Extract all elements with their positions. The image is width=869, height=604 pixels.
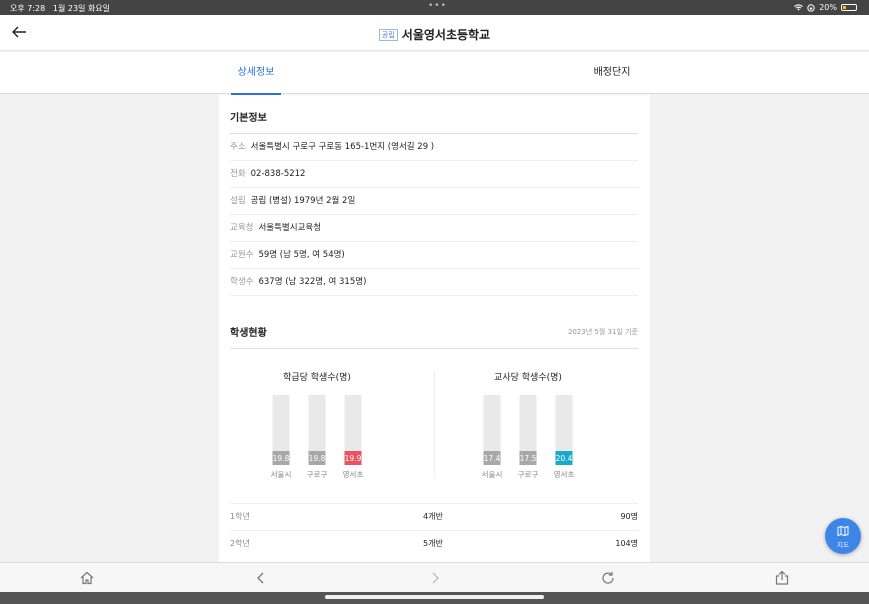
status-time: 오후 7:28 1월 23일 화요일	[10, 4, 111, 13]
bar-category-label: 영서초	[554, 469, 575, 479]
grade-students: 104명	[615, 539, 638, 548]
info-value[interactable]: 02-838-5212	[251, 169, 306, 179]
page-title: 서울영서초등학교	[401, 28, 491, 42]
info-row-education-office: 교육청 서울특별시교육청	[230, 215, 638, 242]
status-bar: 오후 7:28 1월 23일 화요일 ••• 20%	[0, 0, 869, 15]
info-row-students: 학생수 637명 (남 322명, 여 315명)	[230, 269, 638, 296]
home-indicator-area	[0, 592, 869, 604]
app-header: 공립 서울영서초등학교	[0, 15, 869, 51]
multitask-dots[interactable]: •••	[428, 1, 447, 11]
tab-bar: 상세정보 배정단지	[0, 52, 869, 95]
map-icon	[837, 525, 849, 537]
title-wrap: 공립 서울영서초등학교	[0, 24, 869, 43]
info-label: 학생수	[230, 277, 254, 287]
info-label: 교육청	[230, 223, 254, 233]
battery-percent: 20%	[819, 3, 837, 12]
info-value: 서울특별시교육청	[258, 223, 322, 233]
grade-label: 1학년	[230, 512, 250, 521]
grade-students: 90명	[620, 512, 638, 521]
grade-classes: 5개반	[423, 539, 443, 548]
grade-classes: 4개반	[423, 512, 443, 521]
bar-category-label: 구로구	[518, 470, 539, 479]
student-status-title: 학생현황	[230, 328, 267, 339]
as-of-date: 2023년 5월 31일 기준	[567, 328, 638, 336]
home-icon[interactable]	[79, 570, 95, 586]
info-value: 637명 (남 322명, 여 315명)	[258, 277, 367, 287]
info-value: 공립 (병설) 1979년 2월 2일	[250, 196, 356, 206]
info-label: 전화	[230, 169, 246, 179]
status-date: 1월 23일 화요일	[52, 4, 111, 13]
bar-category-label: 영서초	[343, 469, 364, 479]
wifi-icon	[794, 4, 804, 11]
map-button-label: 지도	[837, 541, 849, 549]
bar-data-label: 17.5	[520, 454, 537, 463]
lock-rotation-icon	[807, 3, 815, 12]
tab-assigned-complexes[interactable]: 배정단지	[587, 52, 637, 94]
bar-category-label: 서울시	[271, 470, 292, 479]
battery-icon	[841, 4, 857, 11]
chart-divider	[434, 372, 435, 477]
content-card: 기본정보 주소 서울특별시 구로구 구로동 165-1번지 (영서길 29 ) 전…	[219, 95, 650, 563]
grade-row: 2학년 5개반 104명	[230, 530, 638, 557]
chart-students-per-class: 학급당 학생수(명) 19.8 서울시 19.8 구로구 19.9 영서초	[237, 370, 397, 480]
bar-data-label: 20.4	[556, 454, 573, 463]
info-row-established: 설립 공립 (병설) 1979년 2월 2일	[230, 188, 638, 215]
bar-category-label: 구로구	[307, 470, 328, 479]
bar-chart: 17.4 서울시 17.5 구로구 20.4 영서초	[482, 395, 575, 479]
back-arrow-icon[interactable]	[253, 570, 269, 586]
info-row-teachers: 교원수 59명 (남 5명, 여 54명)	[230, 242, 638, 269]
bar-category-label: 서울시	[482, 470, 503, 479]
chart-students-per-teacher: 교사당 학생수(명) 17.4 서울시 17.5 구로구 20.4 영서초	[448, 370, 608, 480]
tab-details[interactable]: 상세정보	[231, 52, 281, 95]
bar-data-label: 17.4	[484, 454, 501, 463]
bar-data-label: 19.9	[345, 454, 362, 463]
info-value: 59명 (남 5명, 여 54명)	[258, 250, 345, 260]
info-row-phone: 전화 02-838-5212	[230, 161, 638, 188]
grade-row: 1학년 4개반 90명	[230, 503, 638, 530]
info-label: 교원수	[230, 250, 254, 260]
browser-toolbar	[0, 562, 869, 592]
home-indicator[interactable]	[325, 595, 544, 599]
info-value: 서울특별시 구로구 구로동 165-1번지 (영서길 29 )	[250, 142, 435, 152]
info-row-address: 주소 서울특별시 구로구 구로동 165-1번지 (영서길 29 )	[230, 134, 638, 161]
bar-data-label: 19.8	[309, 454, 326, 463]
status-right: 20%	[794, 3, 857, 12]
school-type-badge: 공립	[378, 28, 398, 41]
info-label: 주소	[230, 142, 246, 152]
reload-icon[interactable]	[600, 570, 616, 586]
grade-label: 2학년	[230, 539, 250, 548]
basic-info-title: 기본정보	[230, 113, 267, 124]
info-label: 설립	[230, 196, 246, 206]
section-divider	[230, 348, 638, 349]
bar-chart: 19.8 서울시 19.8 구로구 19.9 영서초	[271, 395, 364, 479]
map-button[interactable]: 지도	[825, 518, 861, 554]
forward-arrow-icon[interactable]	[427, 570, 443, 586]
bar-data-label: 19.8	[273, 454, 290, 463]
share-icon[interactable]	[774, 570, 790, 586]
